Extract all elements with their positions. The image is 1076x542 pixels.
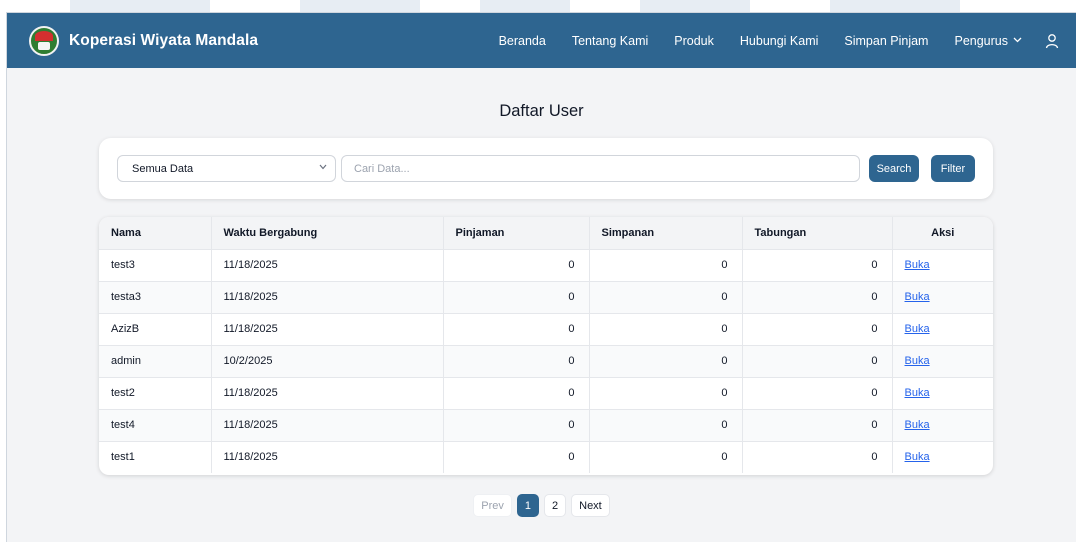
chevron-down-icon <box>319 162 327 172</box>
cell-waktu: 11/18/2025 <box>211 313 444 346</box>
prev-page-button[interactable]: Prev <box>473 494 512 517</box>
table-header-row: Nama Waktu Bergabung Pinjaman Simpanan T… <box>99 217 993 250</box>
nav-hubungi-kami[interactable]: Hubungi Kami <box>740 34 819 48</box>
cell-aksi: Buka <box>892 441 993 473</box>
cell-waktu: 11/18/2025 <box>211 377 444 410</box>
brand[interactable]: Koperasi Wiyata Mandala <box>29 25 259 56</box>
buka-link[interactable]: Buka <box>905 323 930 335</box>
search-card: Semua Data Search Filter <box>99 138 993 199</box>
cell-pinjaman: 0 <box>443 377 590 410</box>
buka-link[interactable]: Buka <box>905 291 930 303</box>
cell-aksi: Buka <box>892 249 993 282</box>
buka-link[interactable]: Buka <box>905 387 930 399</box>
nav-beranda[interactable]: Beranda <box>499 34 546 48</box>
header-simpanan: Simpanan <box>589 217 743 250</box>
table-row: test1 11/18/2025 0 0 0 Buka <box>99 441 993 473</box>
next-page-button[interactable]: Next <box>571 494 610 517</box>
table-row: test3 11/18/2025 0 0 0 Buka <box>99 249 993 282</box>
user-icon[interactable] <box>1044 33 1060 49</box>
cell-nama: test3 <box>99 249 212 282</box>
buka-link[interactable]: Buka <box>905 355 930 367</box>
table-row: test4 11/18/2025 0 0 0 Buka <box>99 409 993 442</box>
header-waktu-bergabung: Waktu Bergabung <box>211 217 444 250</box>
cell-nama: test2 <box>99 377 212 410</box>
cell-simpanan: 0 <box>589 377 743 410</box>
cell-aksi: Buka <box>892 377 993 410</box>
cell-nama: test1 <box>99 441 212 473</box>
nav-tentang-kami[interactable]: Tentang Kami <box>572 34 648 48</box>
nav-produk[interactable]: Produk <box>674 34 714 48</box>
page-button-2[interactable]: 2 <box>544 494 567 517</box>
header-nama: Nama <box>99 217 212 250</box>
data-filter-select[interactable]: Semua Data <box>117 155 336 182</box>
cell-simpanan: 0 <box>589 345 743 378</box>
cell-aksi: Buka <box>892 313 993 346</box>
cell-tabungan: 0 <box>742 377 893 410</box>
nav-pengurus-dropdown[interactable]: Pengurus <box>954 34 1022 48</box>
buka-link[interactable]: Buka <box>905 451 930 463</box>
browser-viewport: Koperasi Wiyata Mandala Beranda Tentang … <box>6 12 1076 542</box>
page-button-1[interactable]: 1 <box>516 494 539 517</box>
cell-pinjaman: 0 <box>443 313 590 346</box>
table-row: admin 10/2/2025 0 0 0 Buka <box>99 345 993 378</box>
search-button[interactable]: Search <box>869 155 919 182</box>
cell-tabungan: 0 <box>742 409 893 442</box>
buka-link[interactable]: Buka <box>905 259 930 271</box>
cell-simpanan: 0 <box>589 313 743 346</box>
cell-waktu: 10/2/2025 <box>211 345 444 378</box>
cell-simpanan: 0 <box>589 281 743 314</box>
cell-nama: AzizB <box>99 313 212 346</box>
cell-simpanan: 0 <box>589 409 743 442</box>
table-row: testa3 11/18/2025 0 0 0 Buka <box>99 281 993 314</box>
cell-waktu: 11/18/2025 <box>211 281 444 314</box>
cell-waktu: 11/18/2025 <box>211 249 444 282</box>
nav-links: Beranda Tentang Kami Produk Hubungi Kami… <box>499 13 1076 68</box>
data-filter-selected: Semua Data <box>132 162 194 175</box>
cell-tabungan: 0 <box>742 441 893 473</box>
cell-aksi: Buka <box>892 409 993 442</box>
koperasi-logo <box>29 25 59 56</box>
header-tabungan: Tabungan <box>742 217 893 250</box>
header-pinjaman: Pinjaman <box>443 217 590 250</box>
cell-nama: test4 <box>99 409 212 442</box>
buka-link[interactable]: Buka <box>905 419 930 431</box>
cell-nama: testa3 <box>99 281 212 314</box>
cell-pinjaman: 0 <box>443 441 590 473</box>
cell-aksi: Buka <box>892 345 993 378</box>
search-input[interactable] <box>341 155 860 182</box>
cell-tabungan: 0 <box>742 249 893 282</box>
header-aksi: Aksi <box>892 217 993 250</box>
cell-pinjaman: 0 <box>443 345 590 378</box>
cell-pinjaman: 0 <box>443 409 590 442</box>
cell-waktu: 11/18/2025 <box>211 441 444 473</box>
nav-simpan-pinjam[interactable]: Simpan Pinjam <box>844 34 928 48</box>
cell-tabungan: 0 <box>742 345 893 378</box>
cell-nama: admin <box>99 345 212 378</box>
cell-simpanan: 0 <box>589 249 743 282</box>
page-title: Daftar User <box>499 102 584 120</box>
user-table: Nama Waktu Bergabung Pinjaman Simpanan T… <box>99 217 993 473</box>
cell-pinjaman: 0 <box>443 281 590 314</box>
cell-tabungan: 0 <box>742 313 893 346</box>
user-table-card: Nama Waktu Bergabung Pinjaman Simpanan T… <box>99 217 993 475</box>
cell-aksi: Buka <box>892 281 993 314</box>
cell-waktu: 11/18/2025 <box>211 409 444 442</box>
cell-pinjaman: 0 <box>443 249 590 282</box>
pagination: Prev 1 2 Next <box>7 494 1076 517</box>
chevron-down-icon <box>1013 35 1022 46</box>
navbar: Koperasi Wiyata Mandala Beranda Tentang … <box>7 13 1076 68</box>
cell-simpanan: 0 <box>589 441 743 473</box>
brand-name: Koperasi Wiyata Mandala <box>69 31 259 49</box>
nav-pengurus-label: Pengurus <box>954 33 1008 48</box>
cell-tabungan: 0 <box>742 281 893 314</box>
table-row: AzizB 11/18/2025 0 0 0 Buka <box>99 313 993 346</box>
filter-button[interactable]: Filter <box>931 155 975 182</box>
table-row: test2 11/18/2025 0 0 0 Buka <box>99 377 993 410</box>
